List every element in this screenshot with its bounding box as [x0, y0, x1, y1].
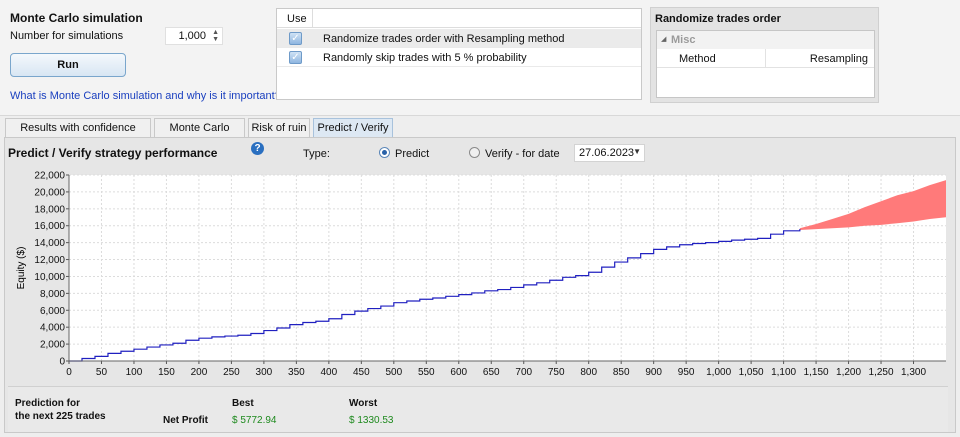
x-tick-label: 1,100	[771, 367, 796, 378]
x-tick-label: 200	[191, 367, 208, 378]
x-tick-label: 650	[483, 367, 500, 378]
misc-group-row[interactable]: ◢ Misc	[657, 31, 874, 49]
x-tick-label: 250	[223, 367, 240, 378]
x-tick-label: 900	[645, 367, 662, 378]
y-tick-label: 2,000	[40, 340, 65, 351]
net-profit-label: Net Profit	[163, 415, 208, 426]
run-button[interactable]: Run	[10, 53, 126, 77]
method-property-label: Method	[679, 53, 716, 65]
verify-radio-label[interactable]: Verify - for date	[485, 148, 560, 160]
tab-results-with-confidence-levels[interactable]: Results with confidence levels	[5, 118, 151, 152]
x-tick-label: 1,200	[836, 367, 861, 378]
x-tick-label: 1,250	[869, 367, 894, 378]
number-of-simulations-label: Number for simulations	[10, 30, 124, 42]
method-property-row[interactable]: Method Resampling	[657, 49, 874, 68]
y-tick-label: 4,000	[40, 323, 65, 334]
x-tick-label: 800	[580, 367, 597, 378]
worst-column-header: Worst	[349, 398, 378, 409]
randomize-trades-title: Randomize trades order	[655, 13, 781, 25]
method-label: Randomize trades order with Resampling m…	[323, 33, 565, 45]
y-tick-label: 8,000	[40, 289, 65, 300]
verify-date-dropdown[interactable]: 27.06.2023 ▼	[574, 144, 645, 162]
x-tick-label: 750	[548, 367, 565, 378]
collapse-triangle-icon[interactable]: ◢	[661, 35, 666, 43]
use-table-header: Use	[277, 9, 641, 28]
worst-net-profit-value: $ 1330.53	[349, 415, 394, 426]
y-tick-label: 16,000	[34, 221, 65, 232]
use-checkbox[interactable]: ✓	[289, 32, 302, 45]
x-tick-label: 1,300	[901, 367, 926, 378]
tab-predict-verify[interactable]: Predict / Verify	[313, 118, 393, 137]
y-tick-label: 22,000	[34, 171, 65, 182]
y-tick-label: 12,000	[34, 255, 65, 266]
monte-carlo-help-link[interactable]: What is Monte Carlo simulation and why i…	[10, 90, 281, 102]
use-checkbox[interactable]: ✓	[289, 51, 302, 64]
method-label: Randomly skip trades with 5 % probabilit…	[323, 52, 527, 64]
help-icon[interactable]: ?	[251, 142, 264, 155]
best-column-header: Best	[232, 398, 254, 409]
x-tick-label: 450	[353, 367, 370, 378]
equity-chart: 0 50 100 150 200 250 300 350 400 450 500 550 600 650 7…	[16, 171, 946, 378]
x-tick-label: 1,050	[739, 367, 764, 378]
column-separator	[312, 9, 313, 28]
prediction-label-line1: Prediction for	[15, 398, 81, 409]
table-row[interactable]: ✓ Randomize trades order with Resampling…	[277, 29, 641, 48]
plot-area	[69, 175, 946, 361]
y-tick-label: 6,000	[40, 306, 65, 317]
verify-radio[interactable]	[469, 147, 480, 158]
y-tick-label: 20,000	[34, 187, 65, 198]
predict-radio-label[interactable]: Predict	[395, 148, 429, 160]
tab-monte-carlo-chart[interactable]: Monte Carlo Chart	[154, 118, 245, 152]
number-of-simulations-spinner[interactable]: 1,000 ▲ ▼	[165, 27, 223, 45]
monte-carlo-title: Monte Carlo simulation	[10, 11, 143, 25]
table-row[interactable]: ✓ Randomly skip trades with 5 % probabil…	[277, 48, 641, 67]
misc-group-label: Misc	[671, 34, 696, 46]
randomize-trades-panel: Randomize trades order ◢ Misc Method Res…	[650, 7, 879, 103]
x-tick-label: 1,000	[706, 367, 731, 378]
method-property-value[interactable]: Resampling	[810, 53, 868, 65]
spinner-arrows-icon[interactable]: ▲ ▼	[212, 29, 219, 43]
simulation-methods-table: Use ✓ Randomize trades order with Resamp…	[276, 8, 642, 100]
column-separator	[765, 49, 766, 68]
y-tick-label: 10,000	[34, 272, 65, 283]
y-axis-label: Equity ($)	[16, 247, 27, 290]
prediction-summary-panel	[8, 386, 948, 432]
y-tick-label: 14,000	[34, 238, 65, 249]
x-tick-label: 850	[613, 367, 630, 378]
property-grid: ◢ Misc Method Resampling	[656, 30, 875, 98]
x-tick-label: 600	[450, 367, 467, 378]
x-tick-label: 400	[321, 367, 338, 378]
x-tick-label: 500	[385, 367, 402, 378]
y-tick-label: 0	[59, 357, 65, 368]
x-tick-label: 1,150	[804, 367, 829, 378]
x-tick-label: 300	[256, 367, 273, 378]
predict-radio[interactable]	[379, 147, 390, 158]
chevron-down-icon[interactable]: ▼	[633, 147, 641, 156]
number-of-simulations-value: 1,000	[178, 30, 206, 42]
x-tick-label: 50	[96, 367, 108, 378]
x-tick-label: 550	[418, 367, 435, 378]
predict-verify-title: Predict / Verify strategy performance	[8, 146, 218, 160]
x-tick-label: 950	[678, 367, 695, 378]
best-net-profit-value: $ 5772.94	[232, 415, 277, 426]
type-label: Type:	[303, 148, 330, 160]
x-tick-label: 350	[288, 367, 305, 378]
x-tick-label: 100	[126, 367, 143, 378]
prediction-label-line2: the next 225 trades	[15, 411, 106, 422]
x-tick-label: 700	[515, 367, 532, 378]
tab-risk-of-ruin[interactable]: Risk of ruin	[248, 118, 310, 137]
y-tick-label: 18,000	[34, 204, 65, 215]
use-column-header: Use	[287, 13, 307, 25]
x-tick-label: 0	[66, 367, 72, 378]
verify-date-value: 27.06.2023	[579, 147, 635, 159]
x-tick-label: 150	[158, 367, 175, 378]
